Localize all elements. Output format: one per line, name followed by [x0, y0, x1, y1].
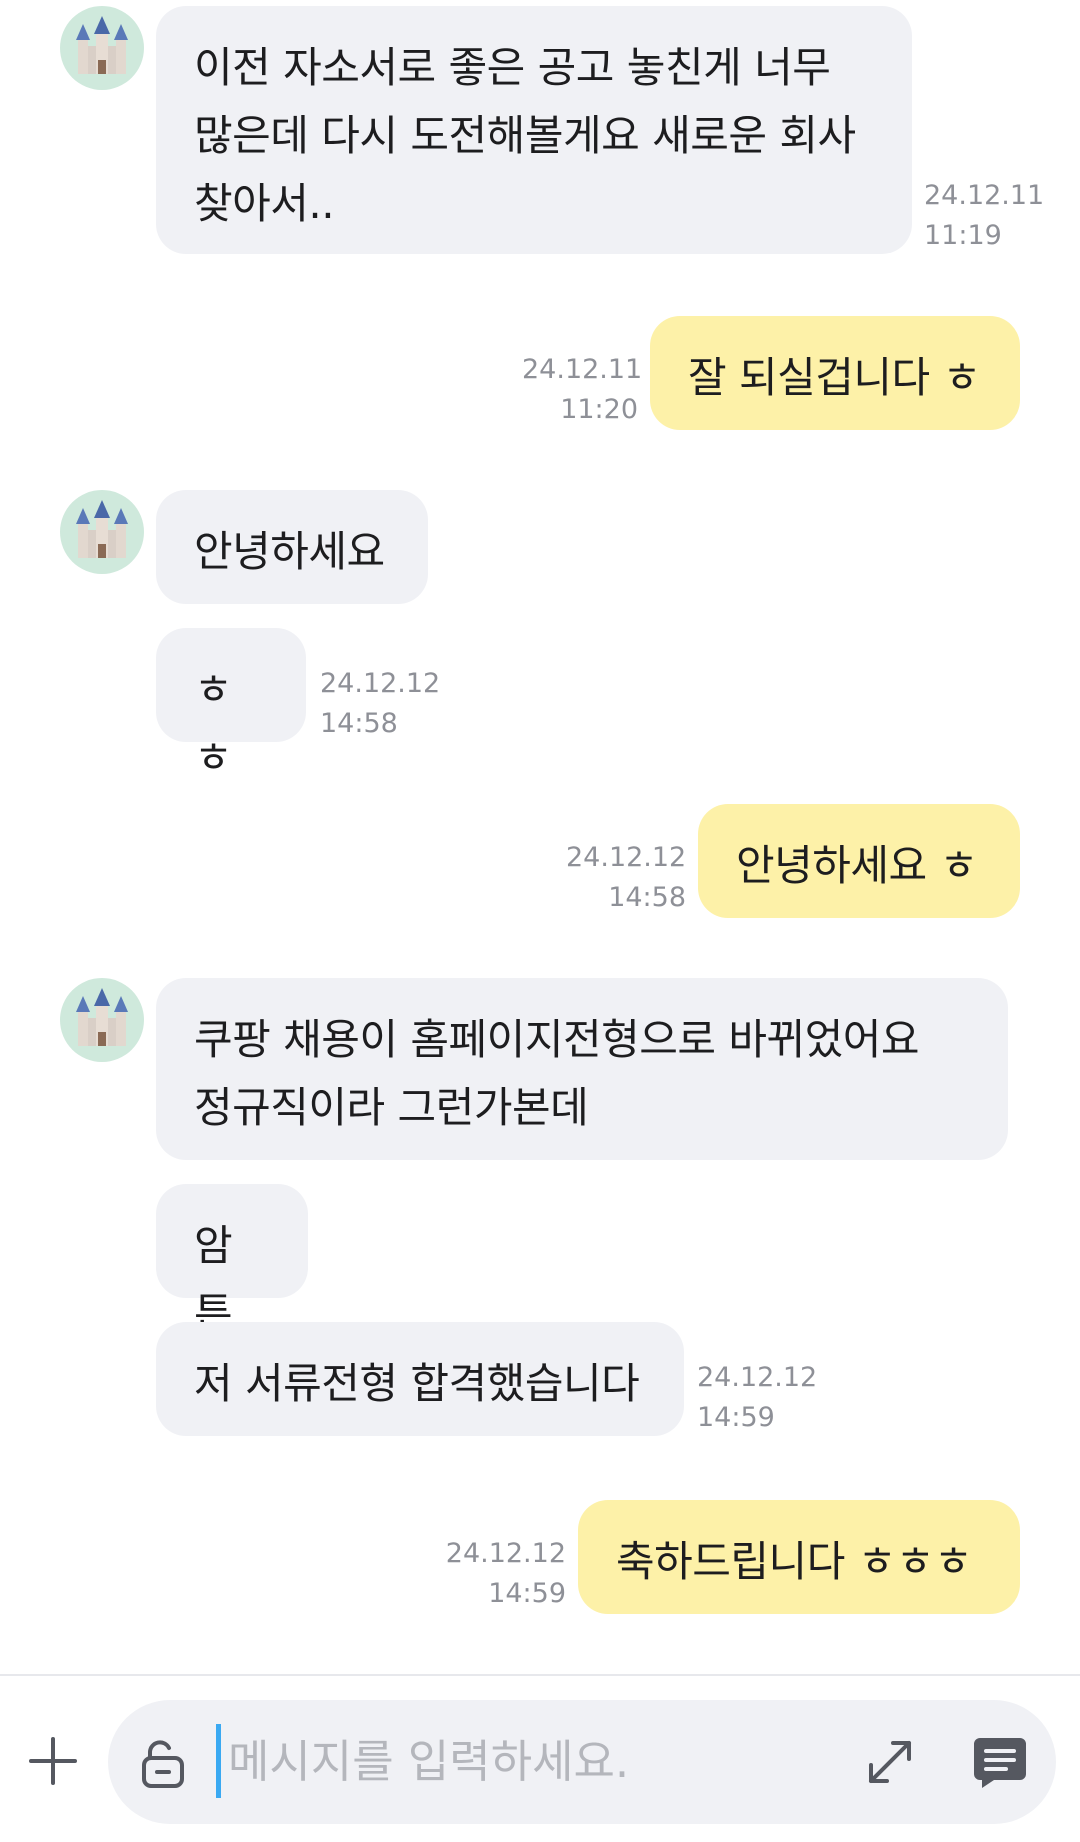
- castle-icon: [76, 16, 128, 74]
- contact-avatar[interactable]: [60, 978, 144, 1062]
- message-bubble-incoming[interactable]: 쿠팡 채용이 홈페이지전형으로 바뀌었어요 정규직이라 그런가본데: [156, 978, 1008, 1160]
- castle-icon: [76, 500, 128, 558]
- message-bubble-incoming[interactable]: ㅎㅎ: [156, 628, 306, 782]
- message-timestamp: 24.12.12 14:59: [697, 1362, 818, 1433]
- composer-divider: [0, 1674, 1080, 1676]
- message-timestamp: 24.12.11 11:19: [924, 180, 1045, 251]
- message-bubble-outgoing[interactable]: 안녕하세요 ㅎ: [698, 804, 1020, 918]
- contact-avatar[interactable]: [60, 6, 144, 90]
- message-timestamp: 24.12.12 14:58: [566, 842, 687, 913]
- message-bubble-incoming[interactable]: 이전 자소서로 좋은 공고 놓친게 너무 많은데 다시 도전해볼게요 새로운 회…: [156, 6, 912, 254]
- text-cursor: [216, 1724, 221, 1798]
- emoticon-button[interactable]: [970, 1732, 1030, 1792]
- expand-button[interactable]: [863, 1735, 917, 1789]
- secret-chat-toggle[interactable]: [136, 1736, 190, 1790]
- message-bubble-incoming[interactable]: 안녕하세요: [156, 490, 428, 604]
- message-input[interactable]: [228, 1720, 708, 1802]
- message-bubble-incoming[interactable]: 저 서류전형 합격했습니다: [156, 1322, 684, 1436]
- lock-icon: [142, 1740, 184, 1788]
- message-bubble-outgoing[interactable]: 잘 되실겁니다 ㅎ: [650, 316, 1020, 430]
- message-bubble-incoming[interactable]: 암튼: [156, 1184, 308, 1338]
- emoticon-icon: [974, 1738, 1026, 1788]
- message-timestamp: 24.12.12 14:58: [320, 668, 441, 739]
- message-timestamp: 24.12.12 14:59: [445, 1538, 566, 1609]
- message-bubble-outgoing[interactable]: 축하드립니다 ㅎㅎㅎ: [578, 1500, 1020, 1614]
- attach-button[interactable]: [22, 1730, 84, 1792]
- contact-avatar[interactable]: [60, 490, 144, 574]
- expand-icon: [869, 1741, 911, 1783]
- castle-icon: [76, 988, 128, 1046]
- plus-icon: [29, 1737, 77, 1785]
- message-composer[interactable]: [108, 1700, 1056, 1824]
- message-timestamp: 24.12.11 11:20: [522, 354, 643, 425]
- chat-message-list[interactable]: 이전 자소서로 좋은 공고 놓친게 너무 많은데 다시 도전해볼게요 새로운 회…: [0, 0, 1080, 1672]
